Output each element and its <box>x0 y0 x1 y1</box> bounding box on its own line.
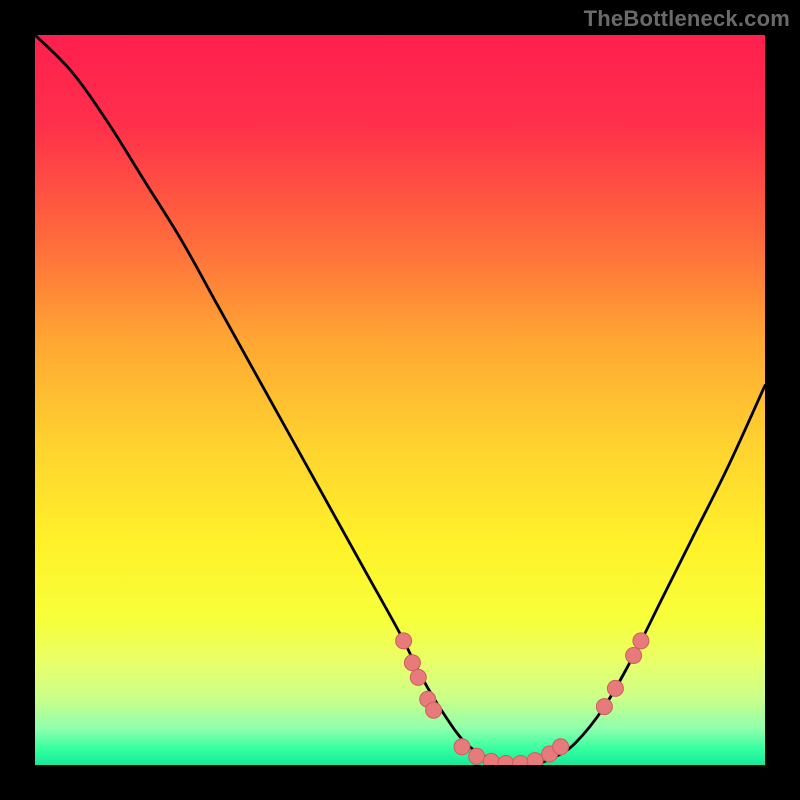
marker-dot <box>527 753 543 765</box>
marker-dot <box>626 648 642 664</box>
chart-frame: TheBottleneck.com <box>0 0 800 800</box>
bottleneck-curve <box>35 35 765 765</box>
plot-area <box>35 35 765 765</box>
marker-dot <box>404 655 420 671</box>
curve-layer <box>35 35 765 765</box>
marker-dot <box>596 699 612 715</box>
curve-dots <box>396 633 649 765</box>
watermark-text: TheBottleneck.com <box>584 6 790 32</box>
marker-dot <box>607 680 623 696</box>
marker-dot <box>513 756 529 766</box>
marker-dot <box>396 633 412 649</box>
marker-dot <box>553 739 569 755</box>
marker-dot <box>469 748 485 764</box>
marker-dot <box>410 669 426 685</box>
marker-dot <box>426 702 442 718</box>
marker-dot <box>498 756 514 766</box>
marker-dot <box>454 739 470 755</box>
marker-dot <box>483 753 499 765</box>
marker-dot <box>633 633 649 649</box>
